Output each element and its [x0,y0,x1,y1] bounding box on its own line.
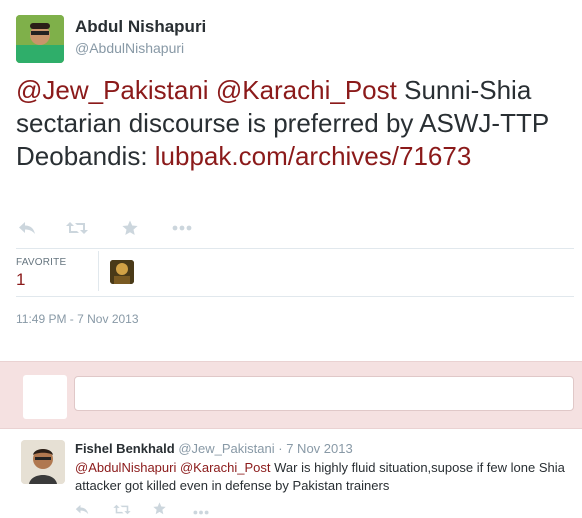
favorite-icon[interactable] [119,217,141,239]
user-avatar [23,375,67,419]
retweet-icon[interactable] [66,217,88,239]
retweet-icon[interactable] [113,502,131,518]
author-handle[interactable]: @AbdulNishapuri [75,40,184,56]
more-icon[interactable] [171,217,193,239]
mention-link[interactable]: @Karachi_Post [180,460,271,475]
author-avatar[interactable] [16,15,64,63]
mention-link[interactable]: @Karachi_Post [216,75,397,105]
favorite-count[interactable]: 1 [16,270,25,290]
more-icon[interactable] [193,502,209,518]
divider [16,296,574,297]
favoriter-avatar[interactable] [110,260,134,284]
separator-dot: · [278,441,283,456]
url-link[interactable]: lubpak.com/archives/71673 [155,141,472,171]
reply-input[interactable] [74,376,574,411]
tweet-timestamp[interactable]: 11:49 PM - 7 Nov 2013 [16,312,139,326]
tweet-text: @Jew_Pakistani @Karachi_Post Sunni-Shia … [16,74,572,173]
reply-text: @AbdulNishapuri @Karachi_Post War is hig… [75,459,575,495]
reply-author-avatar[interactable] [21,440,65,484]
reply-timestamp[interactable]: 7 Nov 2013 [286,441,353,456]
reply-icon[interactable] [75,502,89,518]
stat-separator [98,251,99,291]
favorite-label: FAVORITE [16,257,67,268]
mention-link[interactable]: @Jew_Pakistani [16,75,209,105]
reply-author-handle[interactable]: @Jew_Pakistani [178,441,274,456]
divider [16,248,574,249]
mention-link[interactable]: @AbdulNishapuri [75,460,176,475]
author-name[interactable]: Abdul Nishapuri [75,17,206,37]
reply-header: Fishel Benkhald @Jew_Pakistani · 7 Nov 2… [75,441,353,456]
reply-icon[interactable] [16,217,38,239]
reply-author-name[interactable]: Fishel Benkhald [75,441,175,456]
favorite-icon[interactable] [153,502,166,518]
